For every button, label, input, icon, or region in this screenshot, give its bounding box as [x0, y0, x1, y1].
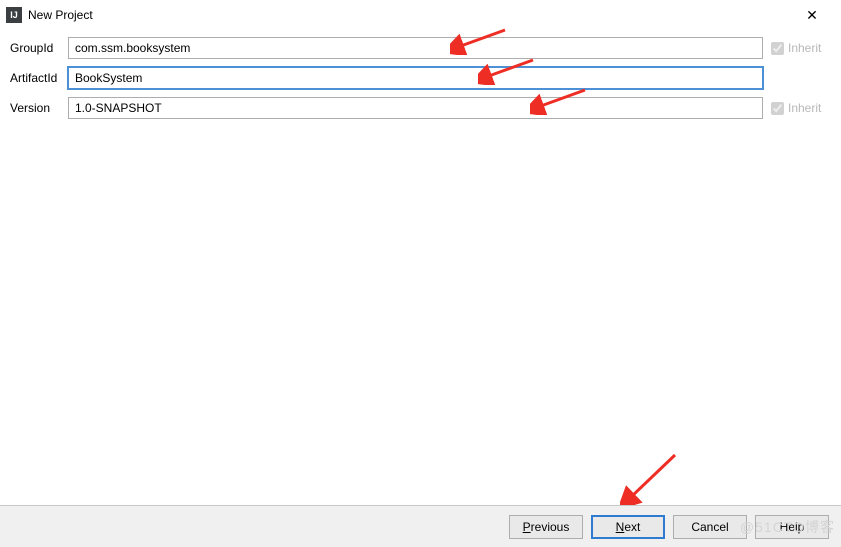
version-input[interactable] [68, 97, 763, 119]
groupid-input[interactable] [68, 37, 763, 59]
row-version: Version Inherit [10, 96, 831, 120]
version-inherit-label: Inherit [788, 101, 821, 115]
titlebar: IJ New Project ✕ [0, 0, 841, 30]
close-button[interactable]: ✕ [791, 1, 833, 29]
groupid-inherit: Inherit [771, 41, 831, 55]
row-groupid: GroupId Inherit [10, 36, 831, 60]
app-icon: IJ [6, 7, 22, 23]
previous-button[interactable]: PPreviousrevious [509, 515, 583, 539]
groupid-label: GroupId [10, 41, 68, 55]
cancel-button[interactable]: Cancel [673, 515, 747, 539]
groupid-inherit-label: Inherit [788, 41, 821, 55]
artifactid-label: ArtifactId [10, 71, 68, 85]
artifactid-input[interactable] [68, 67, 763, 89]
help-button[interactable]: Help [755, 515, 829, 539]
next-button[interactable]: NNextext [591, 515, 665, 539]
version-inherit: Inherit [771, 101, 831, 115]
form-area: GroupId Inherit ArtifactId Version Inher… [0, 30, 841, 120]
window-title: New Project [28, 8, 93, 22]
version-label: Version [10, 101, 68, 115]
annotation-arrow-icon [620, 450, 680, 505]
button-bar: PPreviousrevious NNextext Cancel Help [0, 505, 841, 547]
groupid-inherit-checkbox [771, 42, 784, 55]
row-artifactid: ArtifactId [10, 66, 831, 90]
version-inherit-checkbox [771, 102, 784, 115]
